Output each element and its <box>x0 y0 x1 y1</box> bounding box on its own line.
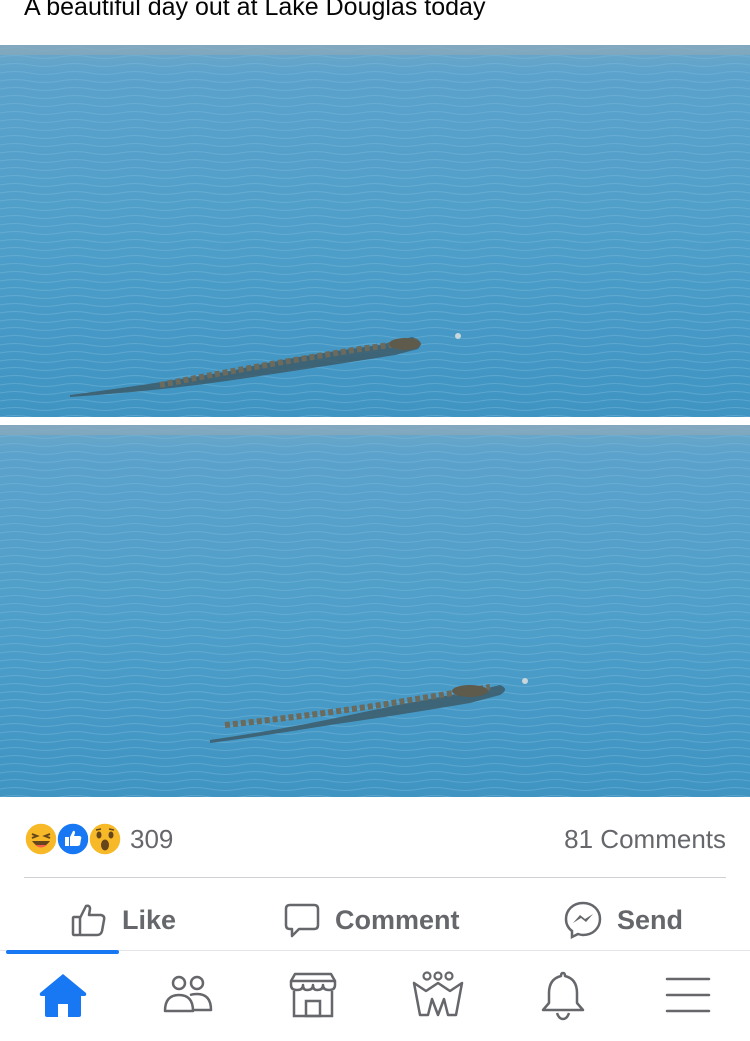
tab-groups[interactable] <box>408 969 468 1025</box>
lake-photo-1[interactable] <box>0 45 750 417</box>
reactions-summary[interactable]: 309 81 Comments <box>24 818 726 860</box>
notifications-icon <box>537 969 589 1026</box>
home-icon <box>37 971 89 1024</box>
like-button[interactable]: Like <box>70 898 176 942</box>
active-tab-indicator <box>6 950 119 954</box>
haha-icon <box>24 822 58 861</box>
friends-icon <box>162 971 214 1024</box>
comment-button[interactable]: Comment <box>283 898 460 942</box>
send-label: Send <box>617 904 684 935</box>
like-label: Like <box>122 904 177 935</box>
divider <box>24 877 726 878</box>
marketplace-icon <box>287 971 339 1024</box>
comment-label: Comment <box>335 904 460 935</box>
post-actions: Like Comment Send <box>0 890 750 950</box>
wow-icon <box>88 822 122 861</box>
messenger-icon <box>563 900 603 940</box>
tab-notifications[interactable] <box>533 969 593 1025</box>
like-icon <box>56 822 90 861</box>
comment-icon <box>283 901 321 939</box>
bottom-tab-bar <box>0 950 750 1041</box>
reaction-icons <box>24 822 124 856</box>
groups-icon <box>410 970 466 1024</box>
reaction-count[interactable]: 309 <box>130 824 173 855</box>
post-caption: A beautiful day out at Lake Douglas toda… <box>24 0 486 21</box>
tab-menu[interactable] <box>658 969 718 1025</box>
lake-photo-2[interactable] <box>0 425 750 797</box>
menu-icon <box>664 973 712 1022</box>
comments-count[interactable]: 81 Comments <box>564 824 726 855</box>
tab-marketplace[interactable] <box>283 969 343 1025</box>
tab-home[interactable] <box>33 969 93 1025</box>
send-button[interactable]: Send <box>563 898 683 942</box>
thumbs-up-icon <box>70 901 108 939</box>
tab-friends[interactable] <box>158 969 218 1025</box>
